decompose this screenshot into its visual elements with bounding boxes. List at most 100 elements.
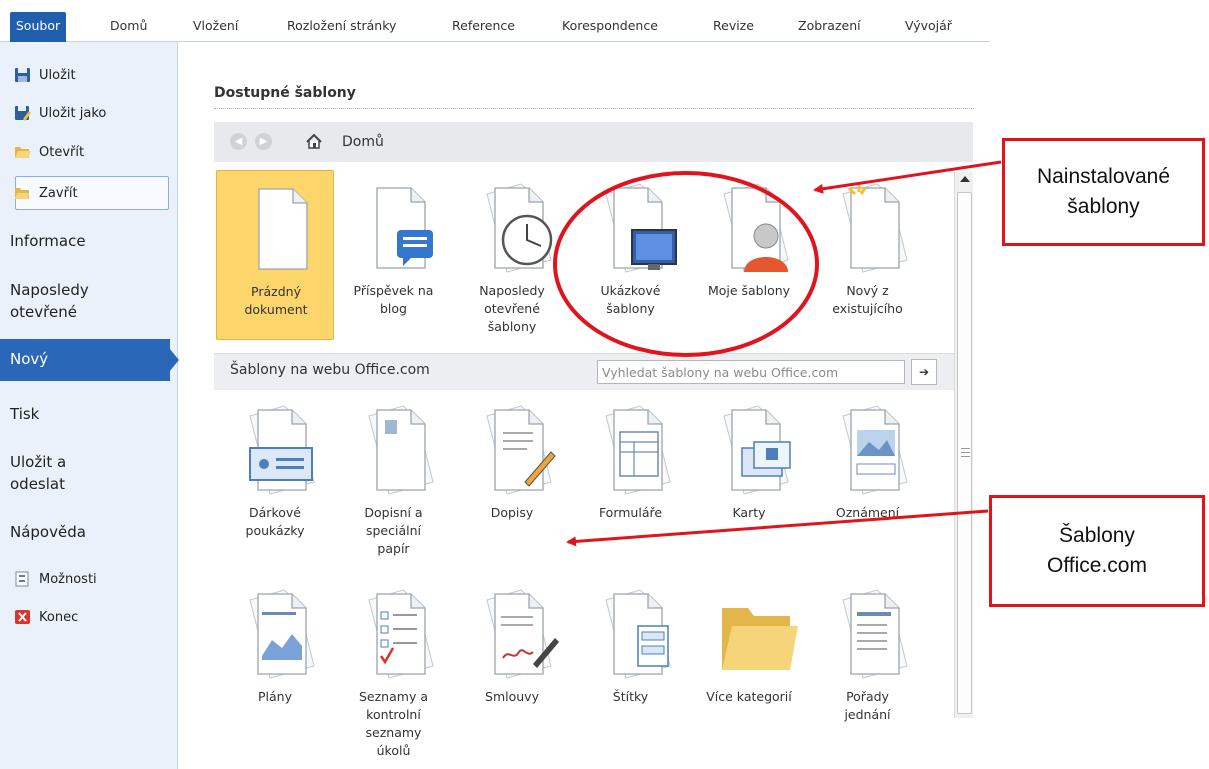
exit-icon — [14, 609, 31, 625]
office-template-tile[interactable]: Oznámení — [809, 392, 927, 562]
save-icon — [14, 67, 31, 83]
save-as-label: Uložit jako — [39, 105, 107, 121]
blog-post-icon — [363, 180, 433, 269]
page-title: Dostupné šablony — [214, 85, 356, 101]
tab-insert[interactable]: Vložení — [193, 12, 238, 40]
stationery-icon — [363, 402, 434, 495]
office-template-tile[interactable]: Dopisní a speciální papír — [335, 392, 453, 562]
office-template-label: Dopisy — [490, 505, 534, 520]
save-label: Uložit — [39, 67, 76, 83]
new-item-arrow — [169, 348, 179, 372]
office-com-search-input[interactable] — [597, 360, 905, 384]
office-template-label: Dopisní a speciální papír — [364, 505, 423, 556]
office-template-tile[interactable]: Více kategorií — [690, 576, 808, 746]
tab-references[interactable]: Reference — [452, 12, 515, 40]
exit-label: Konec — [39, 609, 79, 625]
options-command[interactable]: Možnosti — [14, 571, 97, 587]
installed-template-tile[interactable]: Nový z existujícího — [809, 170, 927, 340]
installed-template-tile[interactable]: Moje šablony — [690, 170, 808, 340]
arrow-right-icon: ➔ — [918, 365, 930, 379]
office-template-tile[interactable]: Štítky — [572, 576, 690, 746]
contracts-icon — [481, 586, 559, 679]
tab-page-layout[interactable]: Rozložení stránky — [287, 12, 396, 40]
office-template-tile[interactable]: Plány — [216, 576, 334, 746]
installed-template-tile[interactable]: Příspěvek na blog — [335, 170, 453, 340]
installed-template-label: Ukázkové šablony — [600, 283, 661, 316]
forms-icon — [600, 402, 671, 495]
close-folder-icon — [14, 185, 31, 201]
callout-installed-templates: Nainstalované šablony — [1002, 138, 1205, 246]
home-icon[interactable] — [306, 133, 322, 149]
close-label: Zavřít — [39, 185, 78, 201]
tab-developer[interactable]: Vývojář — [905, 12, 952, 40]
office-template-label: Oznámení — [835, 505, 900, 520]
title-divider — [214, 108, 974, 109]
blank-document-icon — [245, 181, 308, 270]
installed-template-tile[interactable]: Ukázkové šablony — [572, 170, 690, 340]
save-as-command[interactable]: Uložit jako — [14, 105, 106, 121]
exit-command[interactable]: Konec — [14, 609, 78, 625]
labels-icon — [600, 586, 671, 679]
installed-template-label: Nový z existujícího — [832, 283, 903, 316]
callout-office-templates: Šablony Office.com — [989, 495, 1205, 607]
ribbon-tab-bar: Soubor Domů Vložení Rozložení stránky Re… — [0, 0, 990, 42]
checklists-icon — [363, 586, 434, 679]
open-label: Otevřít — [39, 144, 85, 160]
office-com-section-bar: Šablony na webu Office.com ➔ — [214, 353, 954, 390]
print-item[interactable]: Tisk — [10, 403, 39, 425]
office-template-label: Dárkové poukázky — [245, 505, 305, 538]
sample-templates-icon — [600, 180, 677, 273]
installed-template-label: Příspěvek na blog — [353, 283, 434, 316]
announcements-icon — [837, 402, 908, 495]
tab-file[interactable]: Soubor — [10, 12, 66, 42]
backstage-nav: Uložit Uložit jako Otevřít Zavřít Inform… — [0, 42, 179, 769]
office-template-tile[interactable]: Seznamy a kontrolní seznamy úkolů — [335, 576, 453, 758]
forward-button[interactable]: ▶ — [255, 133, 272, 150]
info-item[interactable]: Informace — [10, 230, 86, 252]
office-com-section-title: Šablony na webu Office.com — [230, 362, 430, 378]
office-template-tile[interactable]: Dopisy — [453, 392, 571, 562]
office-template-label: Plány — [258, 689, 292, 704]
office-template-label: Karty — [732, 505, 766, 520]
recent-templates-icon — [481, 180, 553, 273]
installed-template-label: Naposledy otevřené šablony — [479, 283, 545, 334]
office-template-tile[interactable]: Formuláře — [572, 392, 690, 562]
new-from-existing-icon — [837, 180, 908, 273]
search-go-button[interactable]: ➔ — [911, 359, 937, 385]
office-template-label: Štítky — [612, 689, 649, 704]
save-send-item[interactable]: Uložit a odeslat — [10, 451, 66, 495]
recent-item[interactable]: Naposledy otevřené — [10, 279, 89, 323]
scroll-thumb[interactable] — [957, 192, 972, 714]
office-template-tile[interactable]: Karty — [690, 392, 808, 562]
office-template-label: Více kategorií — [706, 689, 792, 704]
new-item[interactable]: Nový — [10, 348, 48, 370]
tab-review[interactable]: Revize — [713, 12, 754, 40]
installed-template-label: Moje šablony — [707, 283, 791, 298]
breadcrumb-home[interactable]: Domů — [342, 134, 384, 150]
tab-view[interactable]: Zobrazení — [798, 12, 861, 40]
options-icon — [14, 571, 31, 587]
office-template-label: Formuláře — [598, 505, 663, 520]
tab-mailings[interactable]: Korespondence — [562, 12, 658, 40]
plans-icon — [244, 586, 315, 679]
open-command[interactable]: Otevřít — [14, 144, 84, 160]
open-folder-icon — [14, 144, 31, 160]
options-label: Možnosti — [39, 571, 97, 587]
vertical-scrollbar[interactable] — [954, 172, 973, 718]
close-command[interactable]: Zavřít — [14, 185, 78, 201]
gift-certificate-icon — [244, 402, 315, 495]
save-command[interactable]: Uložit — [14, 67, 76, 83]
help-item[interactable]: Nápověda — [10, 521, 86, 543]
installed-template-tile[interactable]: Naposledy otevřené šablony — [453, 170, 571, 340]
scroll-up-arrow[interactable] — [960, 176, 970, 182]
office-template-label: Seznamy a kontrolní seznamy úkolů — [359, 689, 428, 758]
office-template-tile[interactable]: Pořady jednání — [809, 576, 927, 746]
office-template-label: Smlouvy — [485, 689, 539, 704]
save-as-icon — [14, 105, 31, 121]
back-button[interactable]: ◀ — [230, 133, 247, 150]
office-template-tile[interactable]: Smlouvy — [453, 576, 571, 746]
installed-template-tile[interactable]: Prázdný dokument — [216, 170, 334, 340]
office-template-tile[interactable]: Dárkové poukázky — [216, 392, 334, 562]
office-template-label: Pořady jednání — [844, 689, 891, 722]
tab-home[interactable]: Domů — [110, 12, 147, 40]
